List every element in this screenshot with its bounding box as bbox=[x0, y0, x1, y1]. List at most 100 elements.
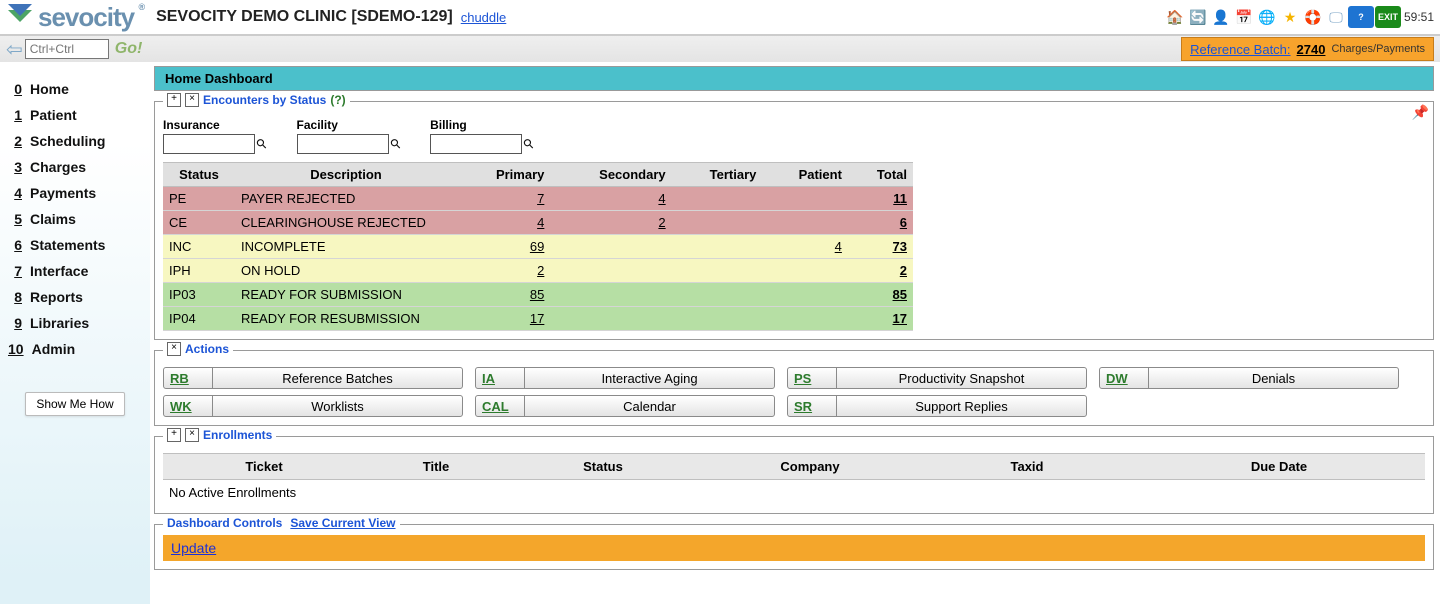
cell[interactable]: 17 bbox=[457, 307, 550, 331]
go-button[interactable]: Go! bbox=[115, 40, 143, 58]
action-wk[interactable]: WKWorklists bbox=[163, 395, 463, 417]
show-me-how-button[interactable]: Show Me How bbox=[25, 392, 124, 416]
hotkey: 9 bbox=[8, 315, 22, 331]
calendar-icon[interactable]: 📅 bbox=[1233, 6, 1255, 28]
cell[interactable]: 2 bbox=[457, 259, 550, 283]
user-link[interactable]: chuddle bbox=[461, 10, 507, 25]
sidebar-item-label: Scheduling bbox=[30, 133, 105, 149]
cell[interactable]: 4 bbox=[550, 187, 671, 211]
cell[interactable]: 69 bbox=[457, 235, 550, 259]
actions-legend[interactable]: Actions bbox=[185, 342, 229, 356]
hotkey: 3 bbox=[8, 159, 22, 175]
clinic-title: SEVOCITY DEMO CLINIC [SDEMO-129] bbox=[156, 8, 453, 26]
help-icon[interactable]: (?) bbox=[330, 93, 345, 107]
cell[interactable]: 2 bbox=[848, 259, 913, 283]
hotkey: 4 bbox=[8, 185, 22, 201]
action-label: Worklists bbox=[213, 399, 462, 414]
star-icon[interactable]: ★ bbox=[1279, 6, 1301, 28]
action-ia[interactable]: IAInteractive Aging bbox=[475, 367, 775, 389]
sidebar-item-claims[interactable]: 5Claims bbox=[8, 206, 150, 232]
cell: CE bbox=[163, 211, 235, 235]
update-link[interactable]: Update bbox=[171, 540, 216, 556]
brand[interactable]: sevocity bbox=[6, 2, 134, 33]
help-icon[interactable]: ? bbox=[1348, 6, 1374, 28]
cell[interactable]: 7 bbox=[457, 187, 550, 211]
help-ring-icon[interactable]: 🛟 bbox=[1302, 6, 1324, 28]
sidebar-item-interface[interactable]: 7Interface bbox=[8, 258, 150, 284]
pin-icon[interactable]: 📌 bbox=[1412, 104, 1429, 121]
cell[interactable]: 6 bbox=[848, 211, 913, 235]
col-taxid: Taxid bbox=[921, 454, 1133, 480]
reference-batch-label[interactable]: Reference Batch: bbox=[1190, 42, 1290, 57]
sidebar-item-admin[interactable]: 10Admin bbox=[8, 336, 150, 362]
globe-icon[interactable]: 🌐 bbox=[1256, 6, 1278, 28]
sidebar-item-charges[interactable]: 3Charges bbox=[8, 154, 150, 180]
exit-icon[interactable]: EXIT bbox=[1375, 6, 1401, 28]
cell[interactable]: 4 bbox=[762, 235, 848, 259]
action-label: Support Replies bbox=[837, 399, 1086, 414]
monitor-icon[interactable]: 🖵 bbox=[1325, 6, 1347, 28]
sidebar-item-payments[interactable]: 4Payments bbox=[8, 180, 150, 206]
sidebar-item-home[interactable]: 0Home bbox=[8, 76, 150, 102]
search-icon[interactable]: ⚲ bbox=[253, 135, 271, 153]
sidebar-item-label: Reports bbox=[30, 289, 83, 305]
action-sr[interactable]: SRSupport Replies bbox=[787, 395, 1087, 417]
cell[interactable]: 11 bbox=[848, 187, 913, 211]
home-icon[interactable]: 🏠 bbox=[1164, 6, 1186, 28]
cell bbox=[762, 283, 848, 307]
cell[interactable]: 85 bbox=[848, 283, 913, 307]
insurance-input[interactable] bbox=[163, 134, 255, 154]
insurance-label: Insurance bbox=[163, 118, 267, 132]
action-label: Productivity Snapshot bbox=[837, 371, 1086, 386]
facility-label: Facility bbox=[297, 118, 401, 132]
cell[interactable]: 85 bbox=[457, 283, 550, 307]
action-rb[interactable]: RBReference Batches bbox=[163, 367, 463, 389]
sidebar-item-label: Claims bbox=[30, 211, 76, 227]
user-icon[interactable]: 👤 bbox=[1210, 6, 1232, 28]
billing-input[interactable] bbox=[430, 134, 522, 154]
col-due: Due Date bbox=[1133, 454, 1425, 480]
action-ps[interactable]: PSProductivity Snapshot bbox=[787, 367, 1087, 389]
sidebar-item-libraries[interactable]: 9Libraries bbox=[8, 310, 150, 336]
cell bbox=[762, 211, 848, 235]
sidebar-item-statements[interactable]: 6Statements bbox=[8, 232, 150, 258]
enrollments-legend[interactable]: Enrollments bbox=[203, 428, 272, 442]
sidebar-item-label: Patient bbox=[30, 107, 77, 123]
expand-icon[interactable]: + bbox=[167, 93, 181, 107]
action-label: Calendar bbox=[525, 399, 774, 414]
close-icon[interactable]: × bbox=[185, 428, 199, 442]
save-current-view-link[interactable]: Save Current View bbox=[290, 516, 395, 530]
expand-icon[interactable]: + bbox=[167, 428, 181, 442]
encounters-legend[interactable]: Encounters by Status bbox=[203, 93, 326, 107]
cell[interactable]: 2 bbox=[550, 211, 671, 235]
col-status: Status bbox=[507, 454, 699, 480]
quick-search-input[interactable] bbox=[25, 39, 109, 59]
reference-batch-banner: Reference Batch: 2740 Charges/Payments bbox=[1181, 37, 1434, 61]
search-bar: ⇦ Go! Reference Batch: 2740 Charges/Paym… bbox=[0, 36, 1440, 62]
sidebar-item-scheduling[interactable]: 2Scheduling bbox=[8, 128, 150, 154]
cell[interactable]: 4 bbox=[457, 211, 550, 235]
action-abbr: RB bbox=[164, 368, 213, 388]
back-arrow-icon[interactable]: ⇦ bbox=[6, 37, 23, 62]
facility-input[interactable] bbox=[297, 134, 389, 154]
close-icon[interactable]: × bbox=[167, 342, 181, 356]
reference-batch-number[interactable]: 2740 bbox=[1297, 42, 1326, 57]
brand-text: sevocity bbox=[38, 2, 134, 33]
action-cal[interactable]: CALCalendar bbox=[475, 395, 775, 417]
col-total: Total bbox=[848, 163, 913, 187]
search-icon[interactable]: ⚲ bbox=[520, 135, 538, 153]
main-content: Home Dashboard + × Encounters by Status … bbox=[150, 62, 1440, 604]
sidebar-item-patient[interactable]: 1Patient bbox=[8, 102, 150, 128]
sidebar-item-label: Home bbox=[30, 81, 69, 97]
cell: IP03 bbox=[163, 283, 235, 307]
cell[interactable]: 73 bbox=[848, 235, 913, 259]
action-dw[interactable]: DWDenials bbox=[1099, 367, 1399, 389]
search-icon[interactable]: ⚲ bbox=[386, 135, 404, 153]
cell bbox=[672, 307, 763, 331]
cell: INCOMPLETE bbox=[235, 235, 457, 259]
refresh-icon[interactable]: 🔄 bbox=[1187, 6, 1209, 28]
table-row: INCINCOMPLETE69473 bbox=[163, 235, 913, 259]
close-icon[interactable]: × bbox=[185, 93, 199, 107]
cell[interactable]: 17 bbox=[848, 307, 913, 331]
sidebar-item-reports[interactable]: 8Reports bbox=[8, 284, 150, 310]
